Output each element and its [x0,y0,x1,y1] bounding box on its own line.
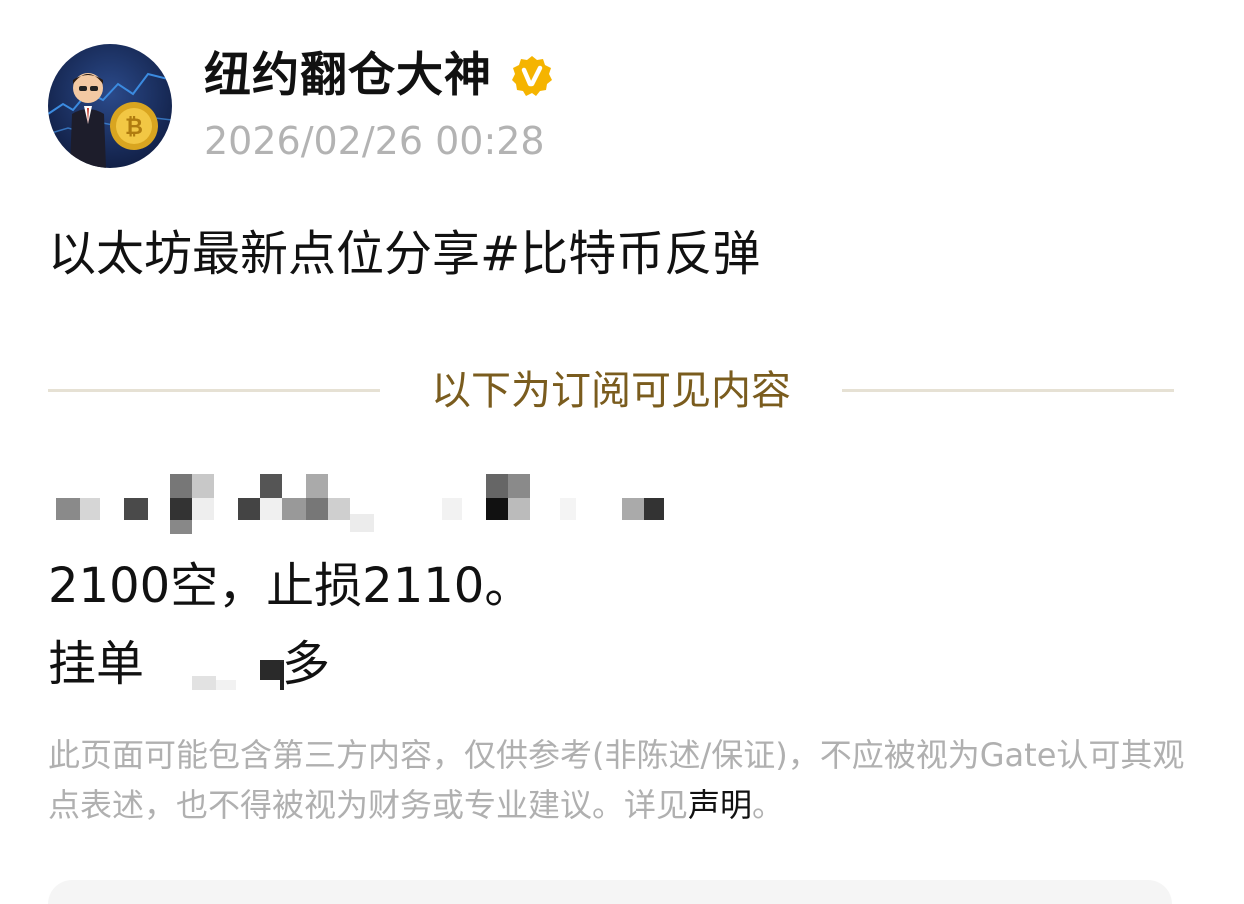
pixelated-hidden-price [190,648,290,692]
divider-line-left [48,389,380,392]
disclaimer-text: 此页面可能包含第三方内容，仅供参考(非陈述/保证)，不应被视为Gate认可其观点… [48,730,1198,830]
author-name[interactable]: 纽约翻仓大神 [204,44,492,108]
svg-text:₿: ₿ [125,115,143,140]
bottom-card [48,880,1172,904]
disclaimer-statement-link[interactable]: 声明 [688,786,752,824]
avatar-illustration: ₿ [48,72,172,168]
trade-signal-line: 2100空，止损2110。 [48,558,533,614]
disclaimer-body: 此页面可能包含第三方内容，仅供参考(非陈述/保证)，不应被视为Gate认可其观点… [48,736,1185,824]
order-line-prefix: 挂单 [48,636,145,692]
subscription-divider-label: 以下为订阅可见内容 [431,368,791,414]
author-avatar[interactable]: ₿ [48,44,172,168]
post-page: ₿ 纽约翻仓大神 2026/02/26 00:28 以太坊最新点位分享#比特币反… [0,0,1244,904]
order-line-suffix: 多 [282,636,331,692]
post-timestamp: 2026/02/26 00:28 [204,119,545,163]
divider-line-right [842,389,1174,392]
verified-badge-icon [512,56,552,96]
pixelated-hidden-text [48,470,688,536]
post-text: 以太坊最新点位分享#比特币反弹 [48,226,761,282]
disclaimer-end: 。 [752,786,785,824]
